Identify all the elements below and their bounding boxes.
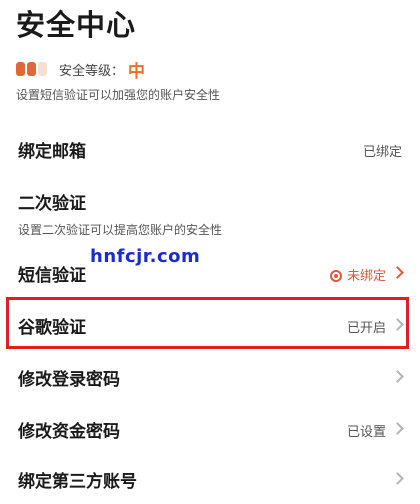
- security-level: 安全等级： 中: [16, 58, 146, 82]
- row-title: 修改资金密码: [18, 422, 120, 442]
- row-status: 已设置: [346, 425, 386, 440]
- chevron-right-icon: [391, 370, 404, 383]
- security-level-value: 中: [128, 61, 146, 82]
- security-level-meter: [16, 62, 47, 76]
- row-title: 绑定邮箱: [18, 142, 86, 162]
- row-change-login-password[interactable]: 修改登录密码: [0, 350, 420, 402]
- row-status: 已绑定: [362, 145, 402, 160]
- row-sms-verification[interactable]: 短信验证 未绑定: [0, 246, 420, 298]
- row-bind-third-party[interactable]: 绑定第三方账号: [0, 452, 420, 504]
- row-change-fund-password[interactable]: 修改资金密码 已设置: [0, 402, 420, 454]
- row-two-step: 二次验证 设置二次验证可以提高您账户的安全性: [0, 180, 420, 244]
- chevron-right-icon: [391, 266, 404, 279]
- security-level-label: 安全等级：: [59, 63, 125, 79]
- level-bar: [16, 62, 25, 76]
- warning-icon: [329, 269, 342, 282]
- chevron-right-icon: [391, 472, 404, 485]
- chevron-right-icon: [391, 422, 404, 435]
- row-status-text: 未绑定: [346, 269, 386, 284]
- row-status: 未绑定: [329, 265, 386, 284]
- row-bind-email[interactable]: 绑定邮箱 已绑定: [0, 122, 420, 174]
- page-title: 安全中心: [16, 8, 137, 42]
- level-bar: [38, 62, 47, 76]
- level-bar: [27, 62, 36, 76]
- row-title: 绑定第三方账号: [18, 472, 137, 492]
- watermark: hnfcjr.com: [90, 246, 201, 267]
- row-title: 短信验证: [18, 266, 86, 286]
- highlight-box: [6, 297, 409, 349]
- security-level-hint: 设置短信验证可以加强您的账户安全性: [16, 88, 221, 102]
- row-hint: 设置二次验证可以提高您账户的安全性: [18, 223, 223, 237]
- row-title: 修改登录密码: [18, 370, 120, 390]
- row-title: 二次验证: [18, 194, 86, 214]
